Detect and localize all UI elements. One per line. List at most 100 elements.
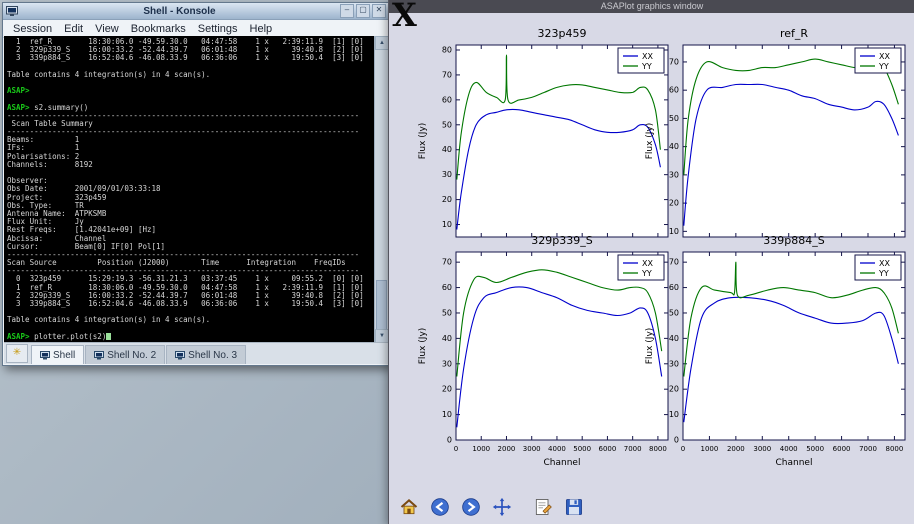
x11-logo: X — [392, 0, 417, 34]
legend-box — [855, 48, 901, 73]
y-tick-label: 20 — [669, 199, 679, 208]
x-tick-label: 4000 — [780, 445, 798, 453]
legend-label-XX: XX — [879, 259, 890, 268]
terminal-line: 3 339p884_S 16:52:04.6 -46.08.33.9 06:36… — [7, 300, 374, 308]
y-tick-label: 60 — [442, 95, 452, 104]
y-tick-label: 40 — [669, 334, 679, 343]
terminal-line: Table contains 4 integration(s) in 4 sca… — [7, 316, 374, 324]
legend-label-YY: YY — [878, 269, 889, 278]
minimize-icon[interactable]: – — [340, 4, 354, 18]
x-tick-label: 8000 — [886, 445, 904, 453]
menu-item-edit[interactable]: Edit — [58, 23, 89, 35]
y-tick-label: 70 — [669, 57, 679, 66]
terminal-scrollbar[interactable]: ▲ ▼ — [374, 36, 388, 343]
maximize-icon[interactable]: ▢ — [356, 4, 370, 18]
tab-label: Shell — [53, 350, 75, 361]
subplot-339p884_S: 339p884_SFlux (Jy)0102030405060700100020… — [641, 230, 914, 474]
konsole-icon — [6, 6, 18, 16]
terminal-line — [7, 79, 374, 87]
subplot-ref_R: ref_RFlux (Jy)10203040506070XXYY — [641, 23, 914, 249]
terminal-window-title: Shell - Konsole — [21, 6, 338, 17]
tab-shell-no-2[interactable]: Shell No. 2 — [85, 345, 165, 364]
x-axis-label: Channel — [544, 458, 581, 468]
terminal-output[interactable]: 1 ref_R 18:30:06.0 -49.59.30.0 04:47:58 … — [4, 36, 374, 343]
y-tick-label: 70 — [442, 258, 452, 267]
forward-icon[interactable] — [459, 495, 483, 519]
pan-icon[interactable] — [490, 495, 514, 519]
tab-shell[interactable]: Shell — [31, 345, 84, 364]
subplot-title: 323p459 — [538, 27, 587, 40]
x-tick-label: 7000 — [624, 445, 642, 453]
y-tick-label: 60 — [442, 283, 452, 292]
y-tick-label: 50 — [442, 308, 452, 317]
x-tick-label: 0 — [454, 445, 458, 453]
axes-frame — [683, 45, 905, 237]
desktop: { "icons": { "minimize": "–", "maximize"… — [0, 0, 914, 524]
legend-label-YY: YY — [878, 62, 889, 71]
terminal-line: Channels: 8192 — [7, 161, 374, 169]
y-tick-label: 20 — [669, 385, 679, 394]
x-tick-label: 3000 — [523, 445, 541, 453]
save-icon[interactable] — [562, 495, 586, 519]
subplot-title: 339p884_S — [763, 234, 824, 247]
x-tick-label: 7000 — [859, 445, 877, 453]
y-axis-label: Flux (Jy) — [645, 328, 655, 365]
back-icon[interactable] — [428, 495, 452, 519]
plot-canvas: 323p459Flux (Jy)1020304050607080XXYYref_… — [389, 13, 914, 524]
close-icon[interactable]: ✕ — [372, 4, 386, 18]
y-tick-label: 20 — [442, 195, 452, 204]
y-tick-label: 70 — [669, 258, 679, 267]
plot-titlebar[interactable]: ASAPlot graphics window — [389, 0, 914, 13]
new-session-icon[interactable]: ✳ — [6, 344, 28, 363]
terminal-line: 3 339p884_S 16:52:04.6 -46.08.33.9 06:36… — [7, 54, 374, 62]
y-tick-label: 30 — [669, 170, 679, 179]
scrollbar-thumb[interactable] — [376, 280, 387, 330]
menu-item-help[interactable]: Help — [244, 23, 279, 35]
y-tick-label: 70 — [442, 70, 452, 79]
menu-item-settings[interactable]: Settings — [192, 23, 244, 35]
menu-item-view[interactable]: View — [89, 23, 125, 35]
home-icon[interactable] — [397, 495, 421, 519]
x-tick-label: 1000 — [701, 445, 719, 453]
scroll-down-icon[interactable]: ▼ — [375, 329, 389, 343]
x-tick-label: 2000 — [498, 445, 516, 453]
y-tick-label: 10 — [442, 410, 452, 419]
y-tick-label: 30 — [442, 359, 452, 368]
terminal-window: Shell - Konsole – ▢ ✕ SessionEditViewBoo… — [2, 2, 390, 366]
menu-item-session[interactable]: Session — [7, 23, 58, 35]
y-tick-label: 40 — [669, 142, 679, 151]
y-tick-label: 40 — [442, 334, 452, 343]
y-tick-label: 0 — [674, 436, 679, 445]
terminal-line — [7, 169, 374, 177]
x-tick-label: 6000 — [599, 445, 617, 453]
y-tick-label: 60 — [669, 283, 679, 292]
x-tick-label: 5000 — [806, 445, 824, 453]
terminal-body[interactable]: 1 ref_R 18:30:06.0 -49.59.30.0 04:47:58 … — [4, 36, 388, 343]
tab-shell-no-3[interactable]: Shell No. 3 — [166, 345, 246, 364]
terminal-titlebar[interactable]: Shell - Konsole – ▢ ✕ — [3, 3, 389, 20]
y-tick-label: 20 — [442, 385, 452, 394]
y-tick-label: 50 — [669, 308, 679, 317]
axes-frame — [456, 45, 668, 237]
menu-item-bookmarks[interactable]: Bookmarks — [125, 23, 192, 35]
scroll-up-icon[interactable]: ▲ — [375, 36, 389, 50]
y-axis-label: Flux (Jy) — [418, 123, 428, 160]
y-tick-label: 10 — [669, 410, 679, 419]
x-tick-label: 6000 — [833, 445, 851, 453]
terminal-cursor — [106, 333, 111, 340]
y-axis-label: Flux (Jy) — [418, 328, 428, 365]
y-tick-label: 50 — [669, 114, 679, 123]
tab-label: Shell No. 2 — [107, 350, 156, 361]
x-tick-label: 3000 — [753, 445, 771, 453]
y-tick-label: 50 — [442, 120, 452, 129]
asap-prompt: ASAP> — [7, 332, 30, 341]
x-tick-label: 2000 — [727, 445, 745, 453]
terminal-line: ASAP> — [7, 87, 374, 95]
y-tick-label: 30 — [442, 170, 452, 179]
subplots-icon[interactable] — [531, 495, 555, 519]
shell-tab-icon — [94, 351, 104, 360]
terminal-line: ASAP> plotter.plot(s2) — [7, 333, 374, 341]
plot-window: ASAPlot graphics window X 323p459 Flux (J… — [388, 0, 914, 524]
x-axis-label: Channel — [776, 458, 813, 468]
subplot-title: ref_R — [780, 27, 808, 40]
